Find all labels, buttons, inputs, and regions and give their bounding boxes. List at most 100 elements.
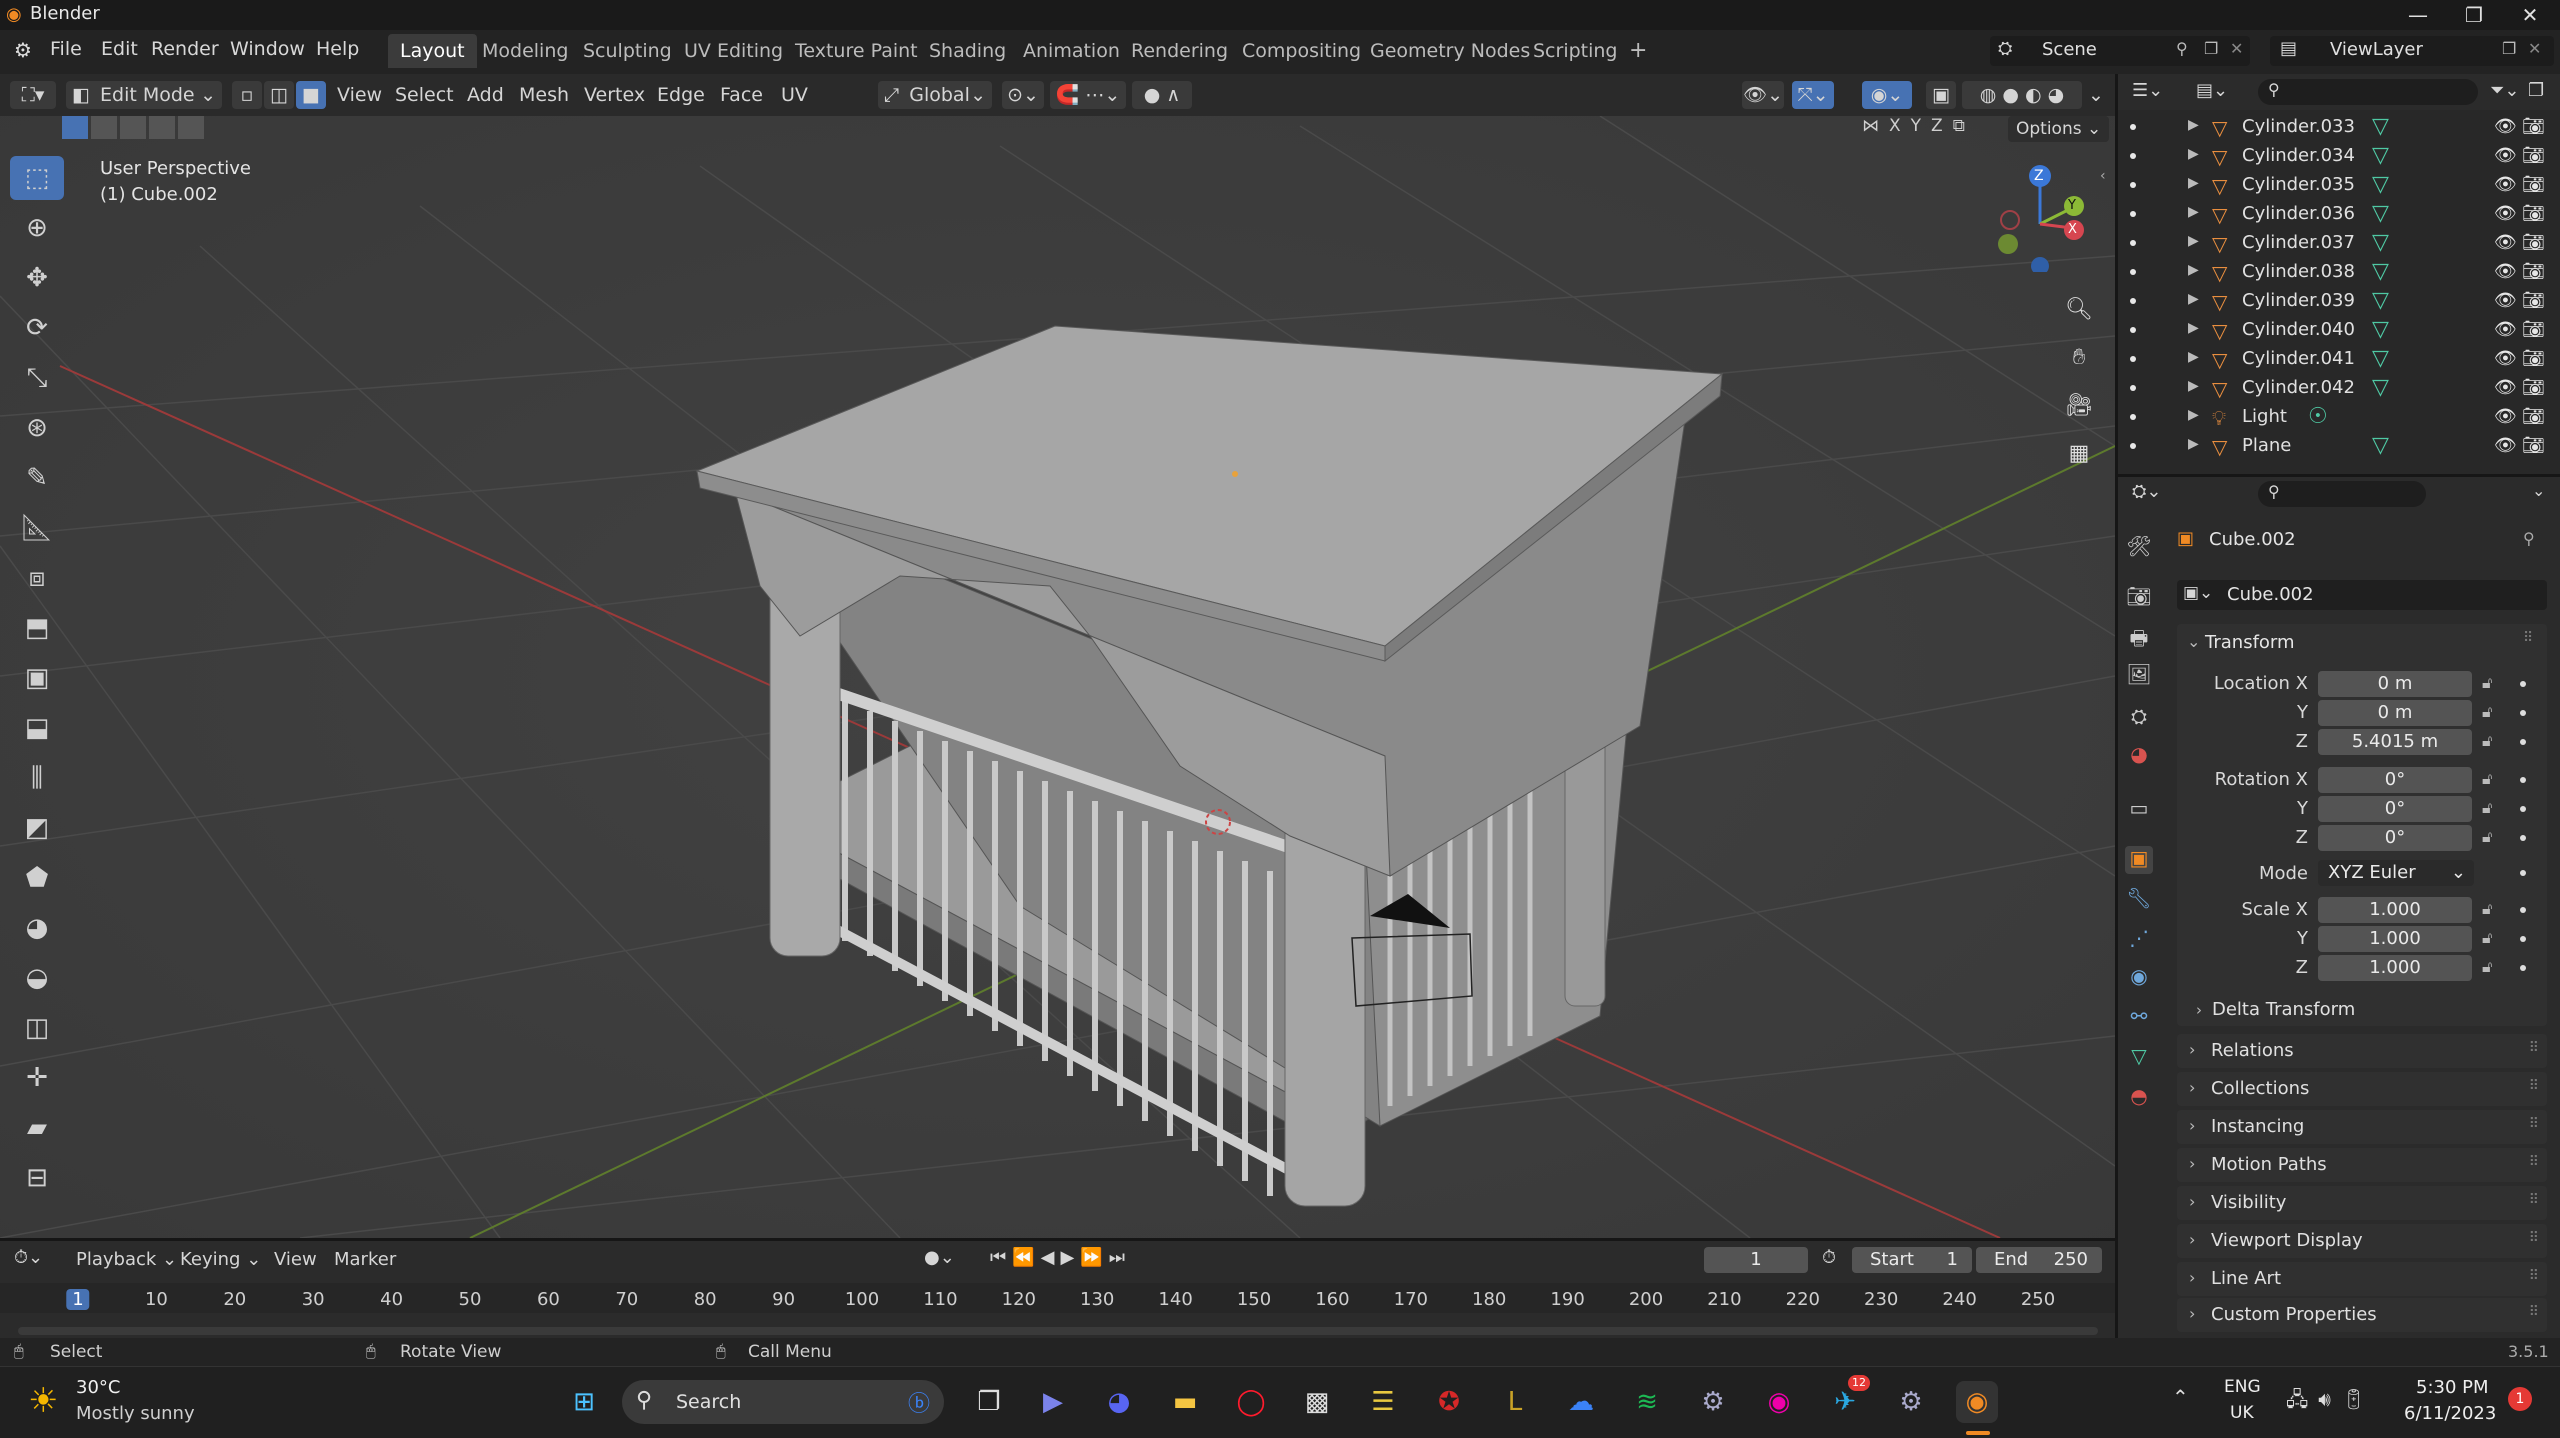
discord-icon[interactable]: ◕ xyxy=(1098,1381,1140,1423)
expand-arrow-icon[interactable]: ▶ xyxy=(2188,146,2199,162)
extrude-tool[interactable]: ⬒ xyxy=(10,606,64,650)
league-icon[interactable]: L xyxy=(1494,1381,1536,1423)
telegram-icon[interactable]: ✈ 12 xyxy=(1824,1375,1870,1423)
outliner-row[interactable]: ▶ ▽ Plane ▽ 👁︎ 📷︎ xyxy=(2118,433,2560,462)
edge-select-button[interactable]: ◫ xyxy=(264,81,294,109)
menu-uv[interactable]: UV xyxy=(781,81,808,109)
timeline-scrollbar[interactable] xyxy=(18,1327,2098,1335)
transform-panel-title[interactable]: Transform xyxy=(2205,632,2295,653)
tab-compositing[interactable]: Compositing xyxy=(1230,34,1373,68)
notification-badge[interactable]: 1 xyxy=(2508,1387,2532,1411)
outliner-row[interactable]: ▶ ▽ Cylinder.038 ▽ 👁︎ 📷︎ xyxy=(2118,259,2560,288)
outliner-row[interactable]: ▶ ▽ Cylinder.033 ▽ 👁︎ 📷︎ xyxy=(2118,114,2560,143)
keyframe-dot-icon[interactable] xyxy=(2520,710,2526,716)
shading-dropdown-icon[interactable]: ⌄ xyxy=(2084,81,2108,109)
menu-edit[interactable]: Edit xyxy=(101,38,138,60)
expand-arrow-icon[interactable]: ▶ xyxy=(2188,320,2199,336)
cursor-tool[interactable]: ⊕ xyxy=(10,206,64,250)
collection-properties-icon[interactable]: ▭ xyxy=(2125,796,2153,824)
inset-tool[interactable]: ▣ xyxy=(10,656,64,700)
game-launcher-icon[interactable]: ✪ xyxy=(1428,1381,1470,1423)
location-z-field[interactable]: 5.4015 m xyxy=(2318,729,2472,755)
rotation-x-field[interactable]: 0° xyxy=(2318,767,2472,793)
vertex-select-button[interactable]: ▫ xyxy=(232,81,262,109)
knife-tool[interactable]: ◩ xyxy=(10,806,64,850)
mirror-y-toggle[interactable]: Y xyxy=(1911,116,1921,136)
camera-render-icon[interactable]: 📷︎ xyxy=(2522,174,2545,195)
location-x-field[interactable]: 0 m xyxy=(2318,671,2472,697)
physics-properties-icon[interactable]: ◉ xyxy=(2125,964,2153,992)
start-frame-field[interactable]: Start 1 xyxy=(1852,1247,1972,1273)
menu-mesh[interactable]: Mesh xyxy=(519,81,569,109)
outliner-editor-icon[interactable]: ☰⌄ xyxy=(2132,80,2163,101)
chevron-down-icon[interactable]: ⌄ xyxy=(2532,481,2545,500)
outliner-row[interactable]: ▶ ▽ Cylinder.039 ▽ 👁︎ 📷︎ xyxy=(2118,288,2560,317)
filter-icon[interactable]: ⏷⌄ xyxy=(2490,80,2519,101)
remove-scene-icon[interactable]: ✕ xyxy=(2230,39,2243,58)
expand-arrow-icon[interactable]: ▶ xyxy=(2188,378,2199,394)
modifier-properties-icon[interactable]: 🔧︎ xyxy=(2125,886,2153,914)
edge-slide-tool[interactable]: ◫ xyxy=(10,1006,64,1050)
measure-tool[interactable]: 📐︎ xyxy=(10,506,64,550)
panel-line-art[interactable]: › Line Art ⠿ xyxy=(2177,1262,2547,1296)
outliner-row[interactable]: ▶ 💡︎ Light ☉ 👁︎ 📷︎ xyxy=(2118,404,2560,433)
eye-icon[interactable]: 👁︎ xyxy=(2494,232,2517,253)
new-view-layer-icon[interactable]: ❐ xyxy=(2502,39,2516,58)
menu-face[interactable]: Face xyxy=(720,81,763,109)
maximize-button[interactable]: ❐ xyxy=(2446,0,2502,30)
tab-sculpting[interactable]: Sculpting xyxy=(571,34,684,68)
keyframe-dot-icon[interactable] xyxy=(2520,870,2526,876)
drag-handle-icon[interactable]: ⠿ xyxy=(2529,1154,2539,1170)
camera-render-icon[interactable]: 📷︎ xyxy=(2522,319,2545,340)
drag-handle-icon[interactable]: ⠿ xyxy=(2529,1230,2539,1246)
camera-render-icon[interactable]: 📷︎ xyxy=(2522,232,2545,253)
drag-handle-icon[interactable]: ⠿ xyxy=(2529,1116,2539,1132)
language-region[interactable]: UK xyxy=(2230,1403,2254,1423)
current-frame-field[interactable]: 1 xyxy=(1704,1247,1808,1273)
panel-relations[interactable]: › Relations ⠿ xyxy=(2177,1034,2547,1068)
eye-icon[interactable]: 👁︎ xyxy=(2494,435,2517,456)
3d-viewport[interactable]: User Perspective (1) Cube.002 ⋈ X Y Z ⧉ … xyxy=(0,116,2115,1238)
lock-icon[interactable]: 🔓︎ xyxy=(2482,928,2492,948)
eye-icon[interactable]: 👁︎ xyxy=(2494,174,2517,195)
teams-chat-icon[interactable]: ▶ xyxy=(1032,1381,1074,1423)
new-collection-icon[interactable]: ❐ xyxy=(2528,80,2544,101)
playback-controls[interactable]: ⏮⏪◀▶⏩⏭ xyxy=(990,1247,1131,1268)
transform-orientation-dropdown[interactable]: ⤢ Global ⌄ xyxy=(878,81,992,109)
camera-render-icon[interactable]: 📷︎ xyxy=(2522,261,2545,282)
keyframe-dot-icon[interactable] xyxy=(2520,835,2526,841)
add-cube-tool[interactable]: ⧈ xyxy=(10,556,64,600)
smooth-tool[interactable]: ◒ xyxy=(10,956,64,1000)
location-y-field[interactable]: 0 m xyxy=(2318,700,2472,726)
tab-shading[interactable]: Shading xyxy=(917,34,1018,68)
data-properties-icon[interactable]: ▽ xyxy=(2125,1044,2153,1072)
poly-build-tool[interactable]: ⬟ xyxy=(10,856,64,900)
rotation-y-field[interactable]: 0° xyxy=(2318,796,2472,822)
chevron-down-icon[interactable]: ⌄ xyxy=(2187,632,2200,651)
start-button-icon[interactable]: ⊞ xyxy=(563,1381,605,1423)
menu-file[interactable]: File xyxy=(50,38,82,60)
keyframe-dot-icon[interactable] xyxy=(2520,936,2526,942)
xray-toggle[interactable]: ▣ xyxy=(1926,81,1956,109)
tab-animation[interactable]: Animation xyxy=(1011,34,1132,68)
language-code[interactable]: ENG xyxy=(2224,1377,2261,1397)
menu-edge[interactable]: Edge xyxy=(657,81,705,109)
expand-arrow-icon[interactable]: ▶ xyxy=(2188,262,2199,278)
render-properties-icon[interactable]: 📷︎ xyxy=(2125,584,2153,612)
camera-render-icon[interactable]: 📷︎ xyxy=(2522,203,2545,224)
menu-render[interactable]: Render xyxy=(151,38,219,60)
outliner-row[interactable]: ▶ ▽ Cylinder.037 ▽ 👁︎ 📷︎ xyxy=(2118,230,2560,259)
menu-view[interactable]: View xyxy=(337,81,382,109)
steam-alt-icon[interactable]: ⚙ xyxy=(1890,1381,1932,1423)
chevron-up-icon[interactable]: ⌃ xyxy=(2172,1385,2189,1409)
tab-scripting[interactable]: Scripting xyxy=(1521,34,1630,68)
spin-tool[interactable]: ◕ xyxy=(10,906,64,950)
constraints-properties-icon[interactable]: ⚯ xyxy=(2125,1004,2153,1032)
drag-handle-icon[interactable]: ⠿ xyxy=(2523,630,2533,646)
menu-keying[interactable]: Keying ⌄ xyxy=(180,1249,261,1270)
keyframe-dot-icon[interactable] xyxy=(2520,806,2526,812)
object-properties-icon[interactable]: ▣ xyxy=(2125,846,2153,874)
lock-icon[interactable]: 🔓︎ xyxy=(2482,769,2492,789)
blender-taskbar-icon[interactable]: ◉ xyxy=(1956,1381,1998,1423)
particles-properties-icon[interactable]: ⋰ xyxy=(2125,926,2153,954)
